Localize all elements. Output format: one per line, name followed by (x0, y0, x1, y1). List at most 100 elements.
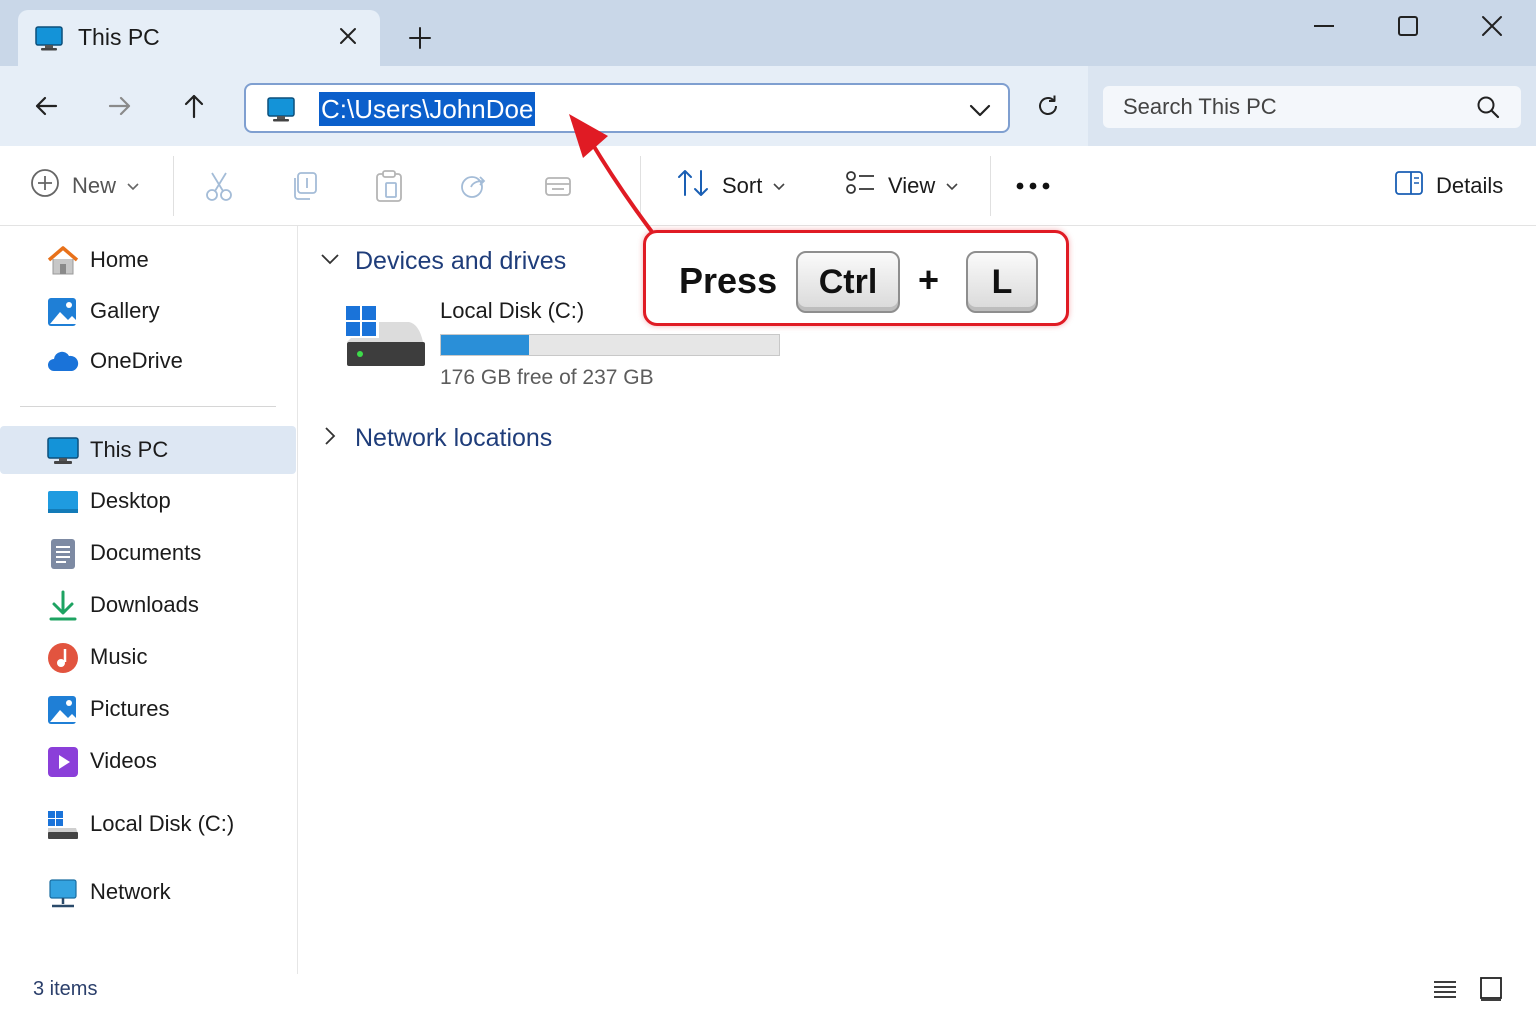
sidebar-item-desktop[interactable]: Desktop (0, 477, 296, 525)
scissors-icon[interactable] (204, 166, 234, 206)
sidebar-item-pictures[interactable]: Pictures (0, 685, 296, 733)
sidebar-item-videos[interactable]: Videos (0, 737, 296, 785)
chevron-down-icon[interactable] (968, 98, 992, 127)
new-button[interactable]: New (30, 166, 140, 206)
plus-icon[interactable] (404, 22, 436, 54)
view-list-icon (844, 169, 876, 203)
address-path[interactable]: C:\Users\JohnDoe (319, 92, 536, 126)
address-field[interactable]: C:\Users\JohnDoe (244, 83, 1010, 133)
l-key: L (966, 251, 1038, 313)
chevron-down-icon (945, 173, 959, 199)
navigation-bar: C:\Users\JohnDoe Search This PC (0, 66, 1536, 146)
content-pane: Devices and drives Local Disk (C:) 176 G… (299, 226, 1536, 974)
plus-circle-icon (30, 168, 60, 204)
sidebar-item-label: Home (90, 247, 149, 272)
view-label: View (888, 173, 936, 198)
tab-this-pc[interactable]: This PC (18, 10, 380, 68)
share-icon[interactable] (459, 166, 491, 206)
plus-label: + (918, 259, 940, 300)
details-button[interactable]: Details (1394, 166, 1503, 206)
sidebar-item-label: Local Disk (C:) (90, 811, 235, 836)
tiles-view-icon[interactable] (1476, 974, 1506, 1004)
computer-icon (266, 97, 296, 128)
close-window-icon[interactable] (1472, 8, 1512, 44)
sidebar-item-this-pc[interactable]: This PC (0, 426, 296, 474)
sidebar-item-label: Downloads (90, 592, 199, 617)
sidebar-item-label: This PC (90, 437, 169, 462)
details-label: Details (1436, 173, 1504, 198)
computer-icon (46, 434, 80, 468)
ellipsis-icon[interactable] (1014, 166, 1052, 206)
sort-button[interactable]: Sort (676, 166, 786, 206)
arrow-right-icon[interactable] (100, 86, 140, 126)
video-icon (46, 745, 80, 779)
minimize-icon[interactable] (1304, 8, 1344, 44)
sidebar-item-label: Network (90, 879, 171, 904)
desktop-icon (46, 485, 80, 519)
sidebar-item-music[interactable]: Music (0, 633, 296, 681)
arrow-up-icon[interactable] (174, 86, 214, 126)
view-button[interactable]: View (844, 166, 959, 206)
toolbar-divider (990, 156, 991, 216)
search-area: Search This PC (1088, 66, 1536, 146)
drive-usage-bar (440, 334, 780, 356)
windows-drive-icon (343, 304, 427, 375)
sidebar-item-label: OneDrive (90, 348, 183, 373)
maximize-icon[interactable] (1388, 8, 1428, 44)
network-group-header[interactable]: Network locations (319, 421, 552, 455)
toolbar-divider (173, 156, 174, 216)
press-label: Press (679, 260, 778, 301)
sidebar-item-label: Gallery (90, 298, 160, 323)
sidebar-item-documents[interactable]: Documents (0, 529, 296, 577)
copy-icon[interactable] (289, 166, 319, 206)
chevron-right-icon (319, 425, 341, 452)
ctrl-key: Ctrl (796, 251, 900, 313)
sidebar-divider (20, 406, 276, 407)
download-icon (46, 589, 80, 623)
clipboard-icon[interactable] (374, 166, 404, 206)
status-bar: 3 items (0, 974, 1536, 1024)
document-icon (46, 537, 80, 571)
close-icon[interactable] (334, 22, 362, 50)
gallery-icon (46, 295, 80, 329)
cloud-icon (46, 345, 80, 379)
network-icon (46, 876, 80, 910)
rename-icon[interactable] (543, 166, 573, 206)
shortcut-callout: Press Ctrl + L (643, 230, 1069, 326)
chevron-down-icon (319, 248, 341, 275)
command-bar: New Sort View Details (0, 146, 1536, 226)
arrow-left-icon[interactable] (26, 86, 66, 126)
title-bar: This PC (0, 0, 1536, 68)
navigation-pane: Home Gallery OneDrive This PC Desktop Do… (0, 226, 298, 974)
home-icon (46, 244, 80, 278)
computer-icon (34, 26, 64, 57)
sidebar-item-label: Music (90, 644, 148, 669)
chevron-down-icon (772, 173, 786, 199)
toolbar-divider (640, 156, 641, 216)
sidebar-item-gallery[interactable]: Gallery (0, 287, 296, 335)
sidebar-item-local-disk[interactable]: Local Disk (C:) (0, 800, 296, 848)
item-count: 3 items (33, 978, 98, 1000)
chevron-down-icon (126, 173, 140, 199)
details-view-icon[interactable] (1430, 974, 1460, 1004)
drive-icon (46, 808, 80, 842)
tab-title: This PC (78, 24, 160, 50)
drive-free-space: 176 GB free of 237 GB (440, 366, 654, 389)
drive-usage-fill (441, 335, 529, 355)
sidebar-item-network[interactable]: Network (0, 868, 296, 916)
details-pane-icon (1394, 170, 1424, 202)
sidebar-item-onedrive[interactable]: OneDrive (0, 337, 296, 385)
sidebar-item-home[interactable]: Home (0, 236, 296, 284)
search-input[interactable]: Search This PC (1103, 86, 1521, 128)
new-label: New (72, 173, 117, 198)
devices-group-header[interactable]: Devices and drives (319, 244, 566, 278)
sort-arrows-icon (676, 168, 710, 204)
picture-icon (46, 693, 80, 727)
sort-label: Sort (722, 173, 763, 198)
group-title: Network locations (355, 423, 553, 452)
drive-name: Local Disk (C:) (440, 298, 585, 323)
sidebar-item-downloads[interactable]: Downloads (0, 581, 296, 629)
search-icon[interactable] (1475, 94, 1501, 125)
sidebar-item-label: Documents (90, 540, 202, 565)
refresh-icon[interactable] (1030, 88, 1066, 124)
